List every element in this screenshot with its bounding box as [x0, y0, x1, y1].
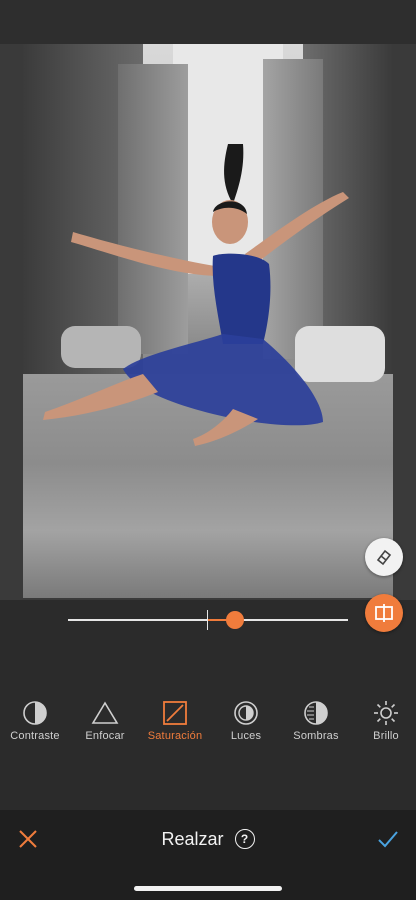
- tool-label: Brillo: [373, 730, 399, 742]
- status-bar: [0, 0, 416, 44]
- bottom-bar: Realzar ?: [0, 810, 416, 900]
- tool-label: Sombras: [293, 730, 339, 742]
- slider-center-mark: [207, 610, 208, 630]
- compare-button[interactable]: [365, 594, 403, 632]
- help-icon[interactable]: ?: [234, 829, 255, 850]
- contrast-icon: [23, 701, 47, 725]
- tool-saturacion[interactable]: Saturación: [140, 700, 210, 742]
- eraser-icon: [376, 549, 392, 566]
- dancer-figure: [43, 144, 349, 446]
- home-indicator: [134, 886, 282, 891]
- highlights-icon: [234, 701, 258, 725]
- brightness-icon: [374, 701, 398, 725]
- saturation-icon: [163, 701, 187, 725]
- tool-enfocar[interactable]: Enfocar: [70, 700, 140, 742]
- photo-preview[interactable]: [23, 44, 393, 598]
- canvas-area: [0, 44, 416, 632]
- tool-luces[interactable]: Luces: [211, 700, 281, 742]
- screen-title: Realzar: [161, 828, 224, 849]
- eraser-button[interactable]: [365, 538, 403, 576]
- compare-icon: [375, 604, 393, 622]
- shadows-icon: [304, 701, 328, 725]
- tool-label: Contraste: [10, 730, 60, 742]
- tool-label: Enfocar: [85, 730, 125, 742]
- tool-brillo[interactable]: Brillo: [351, 700, 416, 742]
- screen-title-row: Realzar ?: [0, 828, 416, 850]
- tool-label: Luces: [230, 730, 262, 742]
- intensity-slider[interactable]: [68, 608, 348, 632]
- adjustment-tools: Contraste Enfocar Saturación Luces Sombr…: [0, 700, 416, 750]
- check-icon: [378, 831, 398, 848]
- tool-contraste[interactable]: Contraste: [0, 700, 70, 742]
- triangle-icon: [91, 701, 119, 724]
- slider-thumb[interactable]: [226, 611, 244, 629]
- tool-sombras[interactable]: Sombras: [281, 700, 351, 742]
- tool-label: Saturación: [147, 730, 203, 742]
- confirm-button[interactable]: [376, 827, 400, 851]
